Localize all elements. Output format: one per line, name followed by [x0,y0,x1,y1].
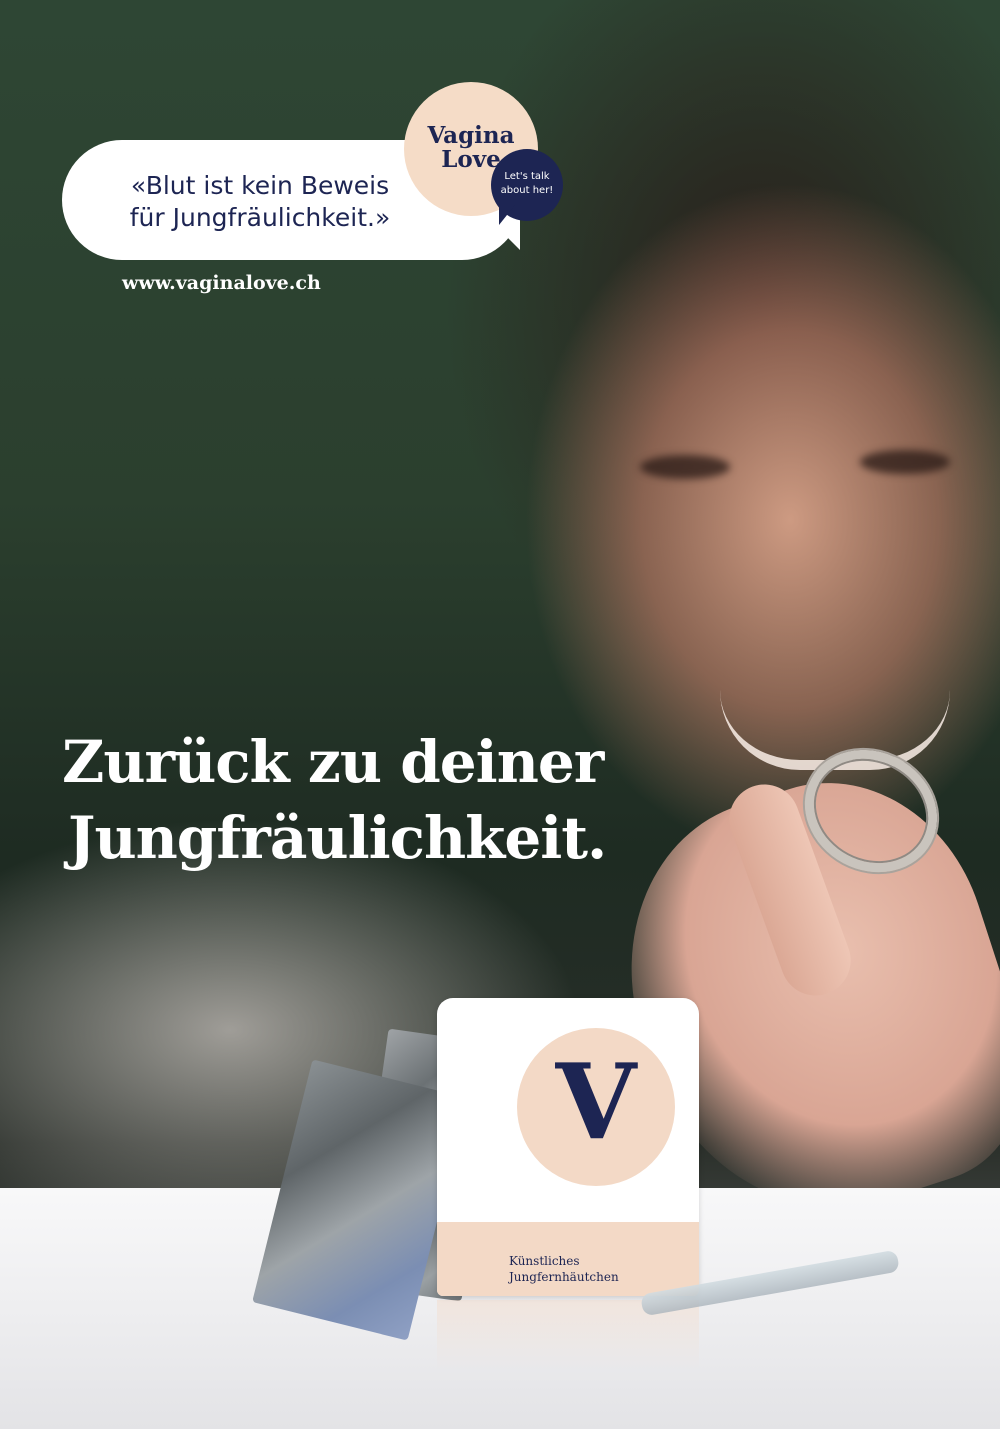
quote-line-1: «Blut ist kein Beweis [130,171,390,200]
product-letter: V [555,1040,637,1163]
product-label: Künstliches Jungfernhäutchen [509,1253,689,1285]
logo-badge-tail [499,205,515,225]
campaign-url[interactable]: www.vaginalove.ch [122,272,321,294]
logo-badge-text: Let's talk about her! [494,170,560,198]
badge-line-2: about her! [500,185,554,196]
quote-line-2: für Jungfräulichkeit.» [129,203,391,232]
product-label-line-1: Künstliches [509,1254,580,1268]
headline: Zurück zu deiner Jungfräulichkeit. [62,724,702,876]
headline-line-1: Zurück zu deiner [62,728,604,796]
poster: «Blut ist kein Beweis für Jungfräulichke… [0,0,1000,1429]
product-label-line-2: Jungfernhäutchen [509,1270,619,1284]
badge-line-1: Let's talk [504,171,550,182]
campaign-quote: «Blut ist kein Beweis für Jungfräulichke… [100,170,420,234]
right-eye [860,450,950,474]
left-eye [640,455,730,479]
headline-line-2: Jungfräulichkeit. [68,804,607,872]
logo-line-1: Vagina [427,122,515,149]
